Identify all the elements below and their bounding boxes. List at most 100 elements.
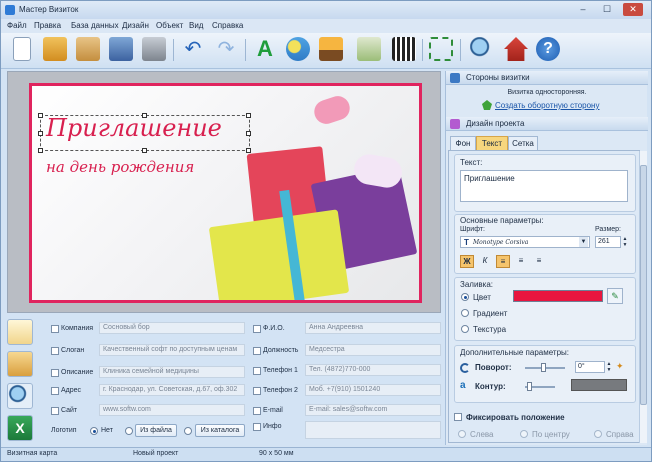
phone1-checkbox[interactable] <box>253 367 261 375</box>
font-select[interactable]: T Monotype Corsiva ▼ <box>460 236 590 248</box>
logo-none-radio[interactable] <box>90 427 98 435</box>
print-icon[interactable] <box>142 37 166 61</box>
fit-icon[interactable] <box>429 37 453 61</box>
shapes-icon[interactable] <box>286 37 310 61</box>
fio-checkbox[interactable] <box>253 325 261 333</box>
phone2-checkbox[interactable] <box>253 387 261 395</box>
business-card[interactable]: Приглашение на день рождения <box>29 83 422 303</box>
card-title[interactable]: Приглашение <box>46 114 222 142</box>
fix-center-radio[interactable] <box>520 430 528 438</box>
sides-header[interactable]: Стороны визитки <box>446 71 648 85</box>
design-header[interactable]: Дизайн проекта <box>446 117 648 131</box>
info-checkbox[interactable] <box>253 423 261 431</box>
magic-wand-icon[interactable]: ✦ <box>616 361 628 373</box>
zoom-icon[interactable] <box>470 37 494 61</box>
fill-color-radio[interactable] <box>461 293 469 301</box>
resize-handle[interactable] <box>246 131 251 136</box>
info-field[interactable] <box>305 421 441 439</box>
help-icon[interactable]: ? <box>536 37 560 61</box>
fill-texture-radio[interactable] <box>461 325 469 333</box>
paste-icon[interactable] <box>76 37 100 61</box>
resize-handle[interactable] <box>142 148 147 153</box>
menu-edit[interactable]: Правка <box>34 21 61 30</box>
address-checkbox[interactable] <box>51 387 59 395</box>
resize-handle[interactable] <box>38 131 43 136</box>
tab-grid[interactable]: Сетка <box>508 136 538 150</box>
chevron-down-icon[interactable]: ▼ <box>579 237 588 247</box>
eyedropper-icon[interactable]: ✎ <box>607 288 623 304</box>
align-center-icon[interactable]: ≡ <box>514 255 528 268</box>
align-left-icon[interactable]: ≡ <box>496 255 510 268</box>
menu-object[interactable]: Объект <box>156 21 183 30</box>
fix-position-checkbox[interactable] <box>454 413 462 421</box>
resize-handle[interactable] <box>246 148 251 153</box>
image-icon[interactable] <box>319 37 343 61</box>
fill-gradient-radio[interactable] <box>461 309 469 317</box>
maximize-icon[interactable]: ☐ <box>597 3 617 16</box>
help-home-icon[interactable] <box>504 37 528 61</box>
rotate-slider-thumb[interactable] <box>541 363 546 372</box>
panel-scrollbar-thumb[interactable] <box>640 165 647 405</box>
align-right-icon[interactable]: ≡ <box>532 255 546 268</box>
position-field[interactable]: Медсестра <box>305 344 441 356</box>
resize-handle[interactable] <box>38 148 43 153</box>
outline-color-swatch[interactable] <box>571 379 627 391</box>
slogan-checkbox[interactable] <box>51 347 59 355</box>
slogan-field[interactable]: Качественный софт по доступным ценам <box>99 344 245 356</box>
search-icon[interactable] <box>7 383 33 409</box>
size-input[interactable]: 261 <box>595 236 621 248</box>
open-book-icon[interactable] <box>7 351 33 377</box>
site-checkbox[interactable] <box>51 407 59 415</box>
design-canvas[interactable]: Приглашение на день рождения <box>7 71 441 313</box>
tab-text[interactable]: Текст <box>476 136 508 150</box>
logo-catalog-radio[interactable] <box>184 427 192 435</box>
fix-right-radio[interactable] <box>594 430 602 438</box>
bold-icon[interactable]: Ж <box>460 255 474 268</box>
tab-background[interactable]: Фон <box>450 136 476 150</box>
open-icon[interactable] <box>43 37 67 61</box>
position-checkbox[interactable] <box>253 347 261 355</box>
phone1-field[interactable]: Тел. (4872)770-000 <box>305 364 441 376</box>
map-icon[interactable] <box>357 37 381 61</box>
undo-icon[interactable]: ↶ <box>181 37 205 61</box>
redo-icon[interactable]: ↷ <box>214 37 238 61</box>
minimize-icon[interactable]: – <box>573 3 593 16</box>
resize-handle[interactable] <box>246 113 251 118</box>
from-file-button[interactable]: Из файла <box>135 424 177 437</box>
text-icon[interactable]: A <box>253 37 277 61</box>
fio-field[interactable]: Анна Андреевна <box>305 322 441 334</box>
rotate-stepper[interactable]: ▲ ▼ <box>605 361 613 373</box>
description-checkbox[interactable] <box>51 369 59 377</box>
size-stepper[interactable]: ▲ ▼ <box>621 236 629 248</box>
company-field[interactable]: Сосновый бор <box>99 322 245 334</box>
email-checkbox[interactable] <box>253 407 261 415</box>
description-field[interactable]: Клиника семейной медицины <box>99 366 245 378</box>
text-input[interactable]: Приглашение <box>460 170 628 202</box>
menu-help[interactable]: Справка <box>212 21 243 30</box>
phone2-field[interactable]: Моб. +7(910) 1501240 <box>305 384 441 396</box>
address-field[interactable]: г. Краснодар, ул. Советская, д.67, оф.30… <box>99 384 245 396</box>
italic-icon[interactable]: К <box>478 255 492 268</box>
menu-database[interactable]: База данных <box>71 21 119 30</box>
site-field[interactable]: www.softw.com <box>99 404 245 416</box>
fix-left-radio[interactable] <box>458 430 466 438</box>
menu-view[interactable]: Вид <box>189 21 203 30</box>
qrcode-icon[interactable] <box>392 37 416 61</box>
fill-color-swatch[interactable] <box>513 290 603 302</box>
menu-file[interactable]: Файл <box>7 21 27 30</box>
logo-file-radio[interactable] <box>125 427 133 435</box>
excel-icon[interactable]: X <box>7 415 33 441</box>
panel-scrollbar[interactable] <box>639 151 647 443</box>
email-field[interactable]: E-mail: sales@softw.com <box>305 404 441 416</box>
create-back-side-link[interactable]: Создать оборотную сторону <box>495 101 599 110</box>
company-checkbox[interactable] <box>51 325 59 333</box>
edit-card-icon[interactable] <box>7 319 33 345</box>
save-icon[interactable] <box>109 37 133 61</box>
from-catalog-button[interactable]: Из каталога <box>195 424 245 437</box>
outline-slider-thumb[interactable] <box>527 382 532 391</box>
rotate-input[interactable]: 0° <box>575 361 605 373</box>
close-icon[interactable]: ✕ <box>623 3 643 16</box>
new-icon[interactable] <box>13 37 31 61</box>
menu-design[interactable]: Дизайн <box>122 21 149 30</box>
resize-handle[interactable] <box>38 113 43 118</box>
